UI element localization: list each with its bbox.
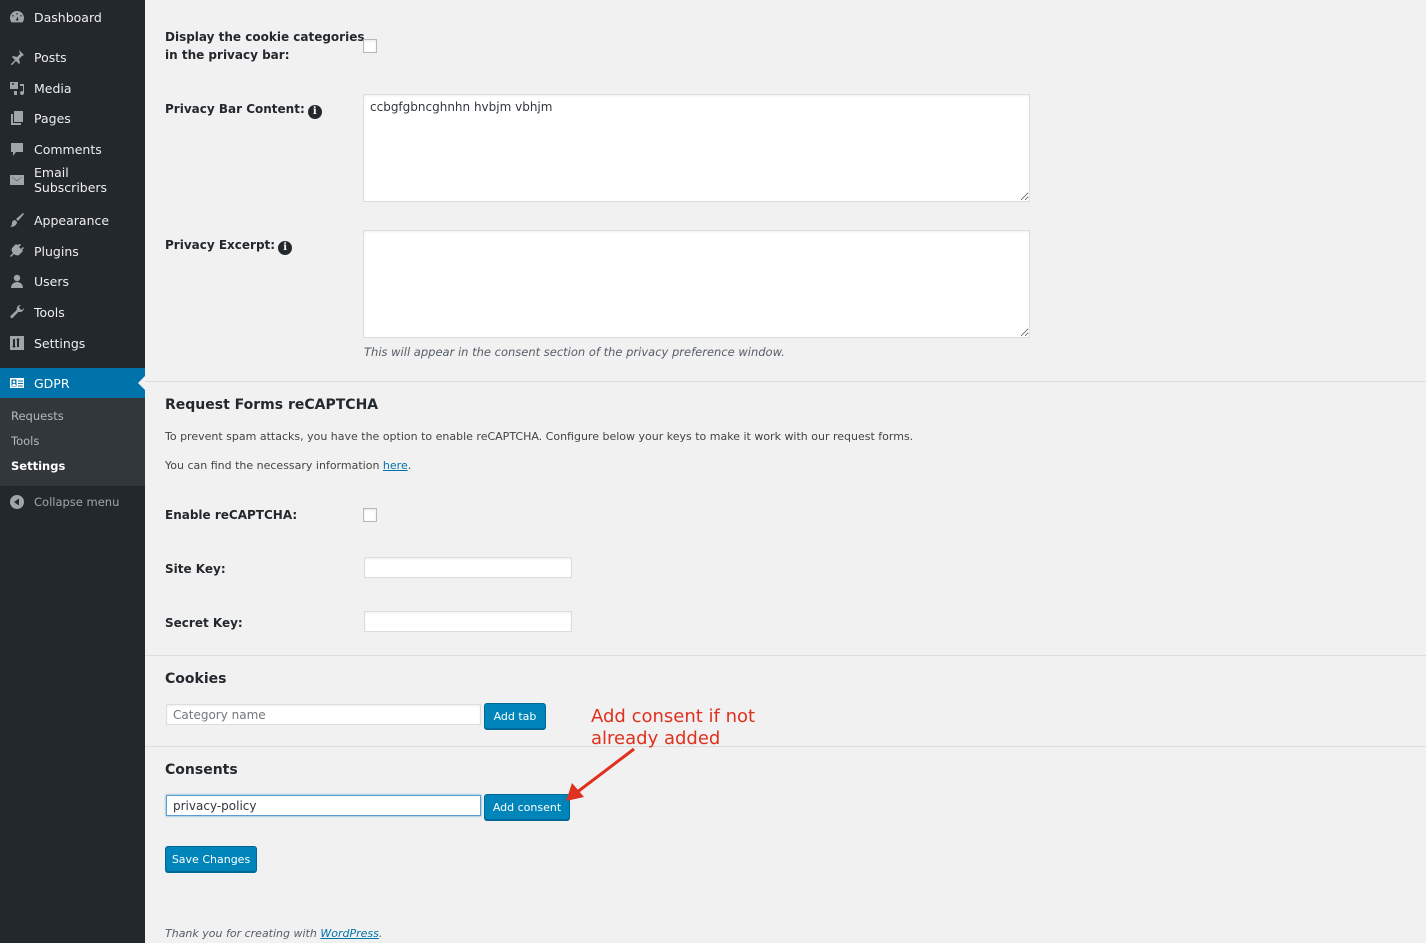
gdpr-submenu: Requests Tools Settings	[0, 398, 145, 486]
sidebar-item-dashboard[interactable]: Dashboard	[0, 2, 145, 32]
consents-heading: Consents	[165, 762, 238, 778]
sidebar-item-tools[interactable]: Tools	[0, 297, 145, 327]
consent-input[interactable]	[166, 795, 481, 816]
info-icon[interactable]: i	[307, 105, 322, 119]
sidebar-item-email-subscribers[interactable]: Email Subscribers	[0, 165, 145, 195]
sidebar-item-settings[interactable]: Settings	[0, 328, 145, 358]
submenu-item-settings[interactable]: Settings	[11, 459, 65, 473]
add-tab-button[interactable]: Add tab	[484, 703, 546, 729]
sidebar-item-label: Settings	[34, 335, 86, 351]
sidebar-item-label: Comments	[34, 141, 102, 157]
secret-key-input[interactable]	[364, 611, 572, 632]
annotation-line1: Add consent if not	[591, 706, 756, 727]
sidebar-item-label: Media	[34, 80, 72, 96]
sidebar-item-users[interactable]: Users	[0, 266, 145, 296]
secret-key-label: Secret Key:	[165, 616, 243, 630]
annotation-arrow-icon	[566, 747, 635, 801]
id-card-icon	[9, 375, 25, 391]
category-name-input[interactable]	[166, 704, 481, 725]
sidebar-item-posts[interactable]: Posts	[0, 42, 145, 72]
privacy-bar-content-textarea[interactable]: ccbgfgbncghnhn hvbjm vbhjm	[363, 94, 1030, 202]
sidebar-item-media[interactable]: Media	[0, 73, 145, 103]
sidebar-item-label: Appearance	[34, 212, 110, 228]
privacy-bar-content-label-text: Privacy Bar Content:	[165, 102, 305, 116]
recaptcha-heading: Request Forms reCAPTCHA	[165, 397, 379, 413]
recaptcha-info: You can find the necessary information h…	[165, 459, 411, 472]
cookie-categories-label-line2: in the privacy bar:	[165, 48, 290, 62]
footer-suffix: .	[378, 927, 383, 940]
section-divider	[145, 381, 1426, 382]
paintbrush-icon	[9, 212, 25, 228]
privacy-excerpt-label-text: Privacy Excerpt:	[165, 238, 276, 252]
settings-icon	[9, 335, 25, 351]
sidebar-item-label: Dashboard	[34, 9, 102, 25]
pages-icon	[9, 110, 25, 126]
sidebar-item-gdpr[interactable]: GDPR	[0, 368, 145, 398]
collapse-arrow-icon	[9, 494, 25, 510]
enable-recaptcha-label: Enable reCAPTCHA:	[165, 508, 298, 522]
sidebar-item-appearance[interactable]: Appearance	[0, 205, 145, 235]
envelope-icon	[9, 172, 25, 188]
info-icon[interactable]: i	[278, 241, 293, 255]
submenu-item-tools[interactable]: Tools	[11, 434, 39, 448]
cookie-categories-label-line1: Display the cookie categories	[165, 30, 365, 44]
cookie-categories-checkbox[interactable]	[363, 39, 377, 53]
dashboard-icon	[9, 9, 25, 25]
site-key-input[interactable]	[364, 557, 572, 578]
privacy-excerpt-label: Privacy Excerpt: i	[165, 236, 293, 255]
recaptcha-intro: To prevent spam attacks, you have the op…	[165, 430, 914, 443]
cookie-categories-label: Display the cookie categories in the pri…	[165, 28, 365, 64]
recaptcha-info-link[interactable]: here	[383, 459, 408, 472]
recaptcha-info-text: You can find the necessary information	[165, 459, 383, 472]
save-changes-button[interactable]: Save Changes	[165, 846, 257, 872]
admin-sidebar: Dashboard Posts Media Pages Comments Ema…	[0, 0, 145, 943]
sidebar-item-label: GDPR	[34, 375, 70, 391]
collapse-menu-button[interactable]: Collapse menu	[0, 492, 145, 512]
plugin-icon	[9, 243, 25, 259]
admin-footer: Thank you for creating with WordPress.	[165, 927, 382, 940]
user-icon	[9, 273, 25, 289]
sidebar-item-label: Email Subscribers	[34, 165, 108, 195]
add-consent-button[interactable]: Add consent	[484, 794, 570, 820]
wordpress-link[interactable]: WordPress	[320, 927, 379, 940]
sidebar-item-label: Pages	[34, 110, 71, 126]
wrench-icon	[9, 304, 25, 320]
sidebar-item-label: Plugins	[34, 243, 79, 259]
privacy-bar-content-label: Privacy Bar Content: i	[165, 100, 322, 119]
sidebar-item-comments[interactable]: Comments	[0, 134, 145, 164]
comment-icon	[9, 141, 25, 157]
sidebar-item-label: Posts	[34, 49, 67, 65]
submenu-item-requests[interactable]: Requests	[11, 409, 64, 423]
collapse-menu-label: Collapse menu	[34, 495, 120, 509]
sidebar-item-label: Tools	[34, 304, 65, 320]
media-icon	[9, 80, 25, 96]
site-key-label: Site Key:	[165, 562, 226, 576]
sidebar-item-pages[interactable]: Pages	[0, 103, 145, 133]
recaptcha-info-suffix: .	[407, 459, 412, 472]
annotation-text: Add consent if not already added	[591, 706, 755, 750]
section-divider	[145, 746, 1426, 747]
privacy-excerpt-textarea[interactable]	[363, 230, 1030, 338]
pin-icon	[9, 49, 25, 65]
enable-recaptcha-checkbox[interactable]	[363, 508, 377, 522]
footer-text: Thank you for creating with	[165, 927, 321, 940]
cookies-heading: Cookies	[165, 671, 227, 687]
section-divider	[145, 655, 1426, 656]
privacy-excerpt-description: This will appear in the consent section …	[364, 345, 785, 359]
sidebar-item-label: Users	[34, 273, 70, 289]
sidebar-item-plugins[interactable]: Plugins	[0, 236, 145, 266]
